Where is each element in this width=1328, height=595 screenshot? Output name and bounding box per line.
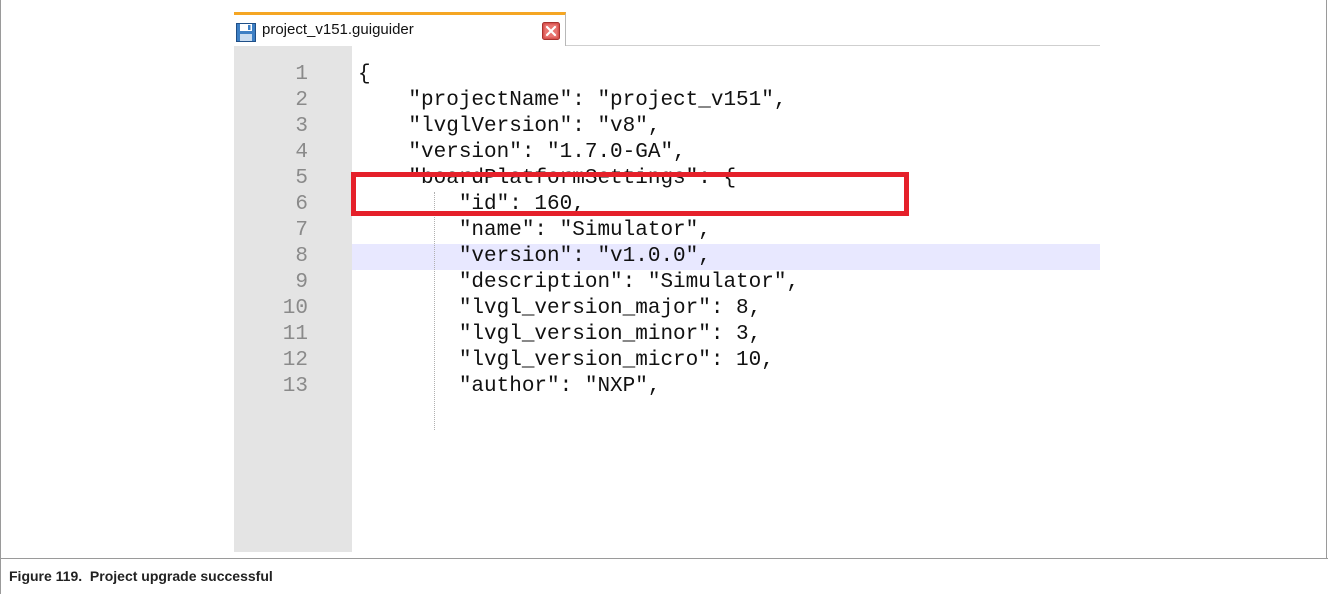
code-line[interactable]: "description": "Simulator", xyxy=(358,270,799,296)
code-line[interactable]: "lvgl_version_micro": 10, xyxy=(358,348,774,374)
line-number: 5 xyxy=(295,167,308,190)
tab-strip: project_v151.guiguider xyxy=(234,12,1100,46)
code-line[interactable]: "lvgl_version_major": 8, xyxy=(358,296,761,322)
code-line[interactable]: "lvglVersion": "v8", xyxy=(358,114,660,140)
highlight-box xyxy=(351,172,909,216)
line-number: 4 xyxy=(295,141,308,164)
tab-project-file[interactable]: project_v151.guiguider xyxy=(234,12,566,46)
code-line[interactable]: "lvgl_version_minor": 3, xyxy=(358,322,761,348)
save-icon xyxy=(236,23,256,42)
line-number: 7 xyxy=(295,219,308,242)
text-editor: project_v151.guiguider 1 2 3 4 5 6 7 8 9 10 11 12 13… xyxy=(234,12,1100,552)
close-icon[interactable] xyxy=(542,22,560,40)
code-line[interactable]: { xyxy=(358,62,371,88)
line-number: 2 xyxy=(295,89,308,112)
line-number: 6 xyxy=(295,193,308,216)
line-number: 13 xyxy=(282,375,308,398)
line-number: 8 xyxy=(295,245,308,268)
code-line[interactable]: "version": "1.7.0-GA", xyxy=(358,140,685,166)
code-line[interactable]: "author": "NXP", xyxy=(358,374,661,400)
code-line[interactable]: "projectName": "project_v151", xyxy=(358,88,786,114)
code-line[interactable]: "version": "v1.0.0", xyxy=(358,244,711,270)
line-number: 9 xyxy=(295,271,308,294)
figure-caption: Figure 119. Project upgrade successful xyxy=(9,568,273,584)
line-number: 10 xyxy=(282,297,308,320)
line-number: 1 xyxy=(295,63,308,86)
figure-frame: project_v151.guiguider 1 2 3 4 5 6 7 8 9 10 11 12 13… xyxy=(0,0,1328,594)
line-number: 3 xyxy=(295,115,308,138)
code-line[interactable]: "name": "Simulator", xyxy=(358,218,711,244)
line-number-gutter: 1 2 3 4 5 6 7 8 9 10 11 12 13 xyxy=(234,46,352,552)
line-number: 11 xyxy=(282,323,308,346)
caption-bar: Figure 119. Project upgrade successful xyxy=(1,558,1328,594)
line-number: 12 xyxy=(282,349,308,372)
code-area[interactable]: { "projectName": "project_v151", "lvglVe… xyxy=(352,46,1100,552)
tab-title: project_v151.guiguider xyxy=(262,21,414,38)
